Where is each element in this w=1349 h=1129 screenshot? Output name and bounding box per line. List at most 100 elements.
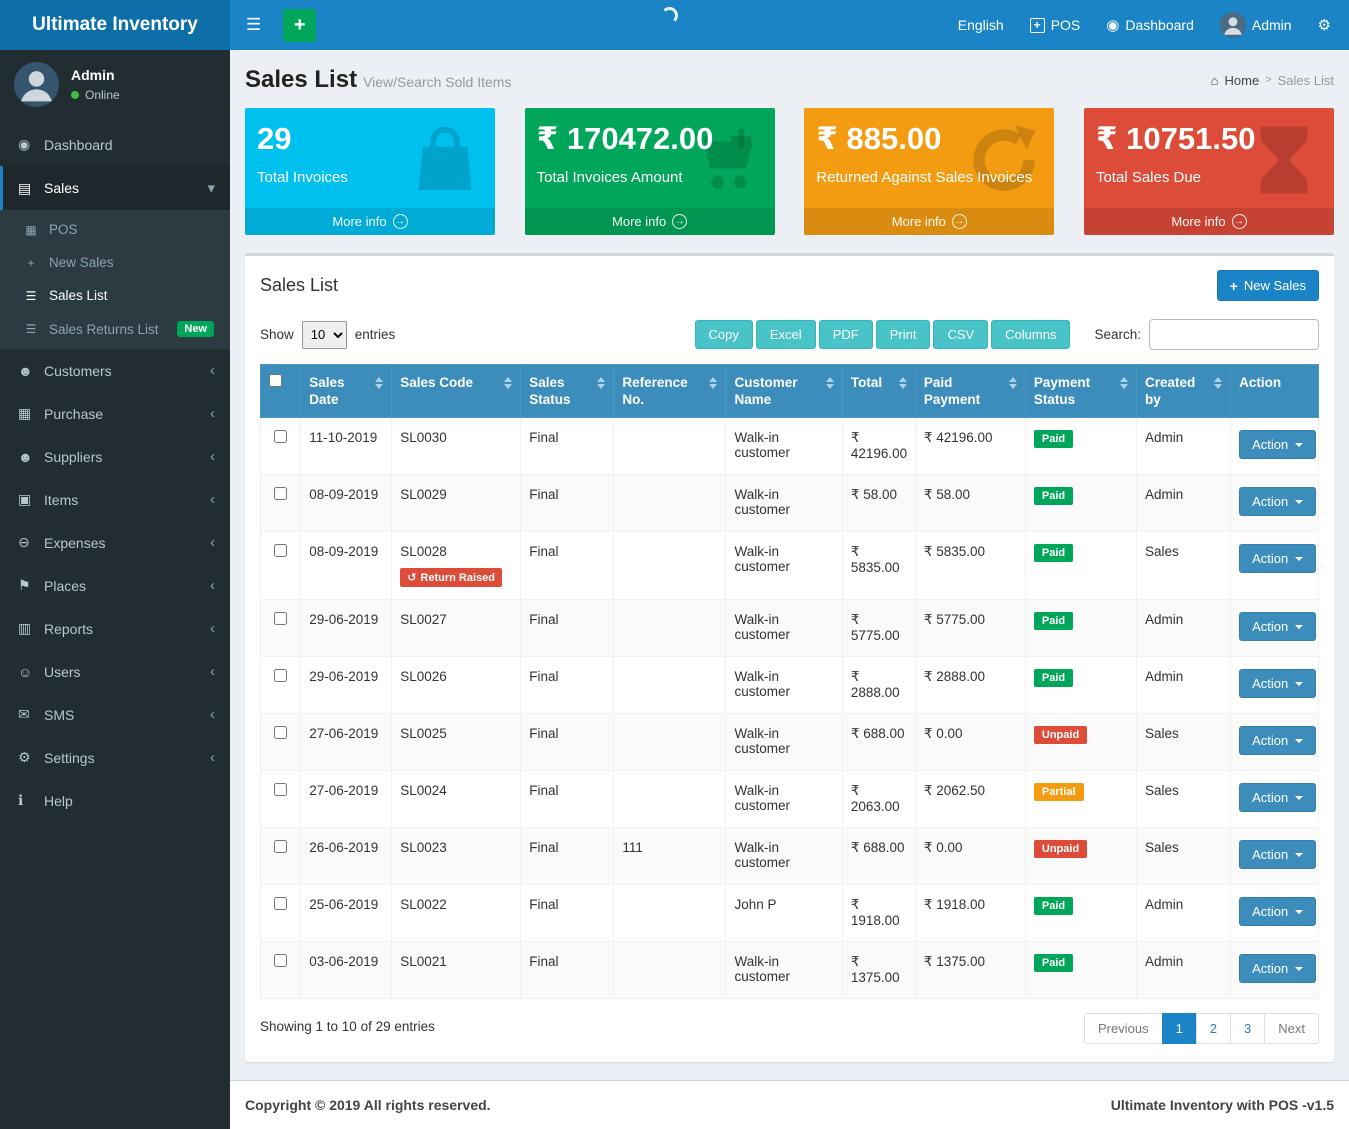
cell-created-by: Admin (1136, 418, 1230, 475)
cell-sales-date: 29-06-2019 (301, 600, 392, 657)
pagination-previous[interactable]: Previous (1084, 1013, 1163, 1044)
sort-icon[interactable] (597, 374, 605, 408)
cell-sales-code: SL0028 ↺Return Raised (392, 532, 521, 600)
sort-icon[interactable] (1009, 374, 1017, 408)
copy-button[interactable]: Copy (695, 320, 753, 349)
row-checkbox[interactable] (274, 487, 287, 500)
action-button[interactable]: Action (1239, 669, 1316, 698)
row-checkbox[interactable] (274, 612, 287, 625)
quick-add-button[interactable]: + (283, 9, 316, 42)
panel-header: Sales List + New Sales (245, 256, 1334, 315)
caret-down-icon (1295, 557, 1303, 561)
more-info-link[interactable]: More info→ (525, 208, 775, 235)
action-button[interactable]: Action (1239, 954, 1316, 983)
sidebar-item-purchase[interactable]: ▦ Purchase ‹ (0, 392, 230, 435)
sidebar-item-sales-returns-list[interactable]: ☰ Sales Returns List New (0, 312, 230, 346)
more-info-link[interactable]: More info→ (245, 208, 495, 235)
cell-created-by: Admin (1136, 600, 1230, 657)
pdf-button[interactable]: PDF (819, 320, 873, 349)
sidebar-item-suppliers[interactable]: ☻ Suppliers ‹ (0, 435, 230, 478)
row-checkbox[interactable] (274, 544, 287, 557)
select-all-checkbox[interactable] (269, 374, 282, 387)
more-info-link[interactable]: More info→ (1084, 208, 1334, 235)
dashboard-link[interactable]: ◉ Dashboard (1106, 16, 1194, 34)
more-info-link[interactable]: More info→ (804, 208, 1054, 235)
sidebar-toggle-button[interactable]: ☰ (230, 0, 277, 50)
action-button[interactable]: Action (1239, 840, 1316, 869)
sidebar-item-sales-list[interactable]: ☰ Sales List (0, 279, 230, 312)
cell-action: Action (1231, 714, 1319, 771)
settings-menu[interactable]: ⚙ (1318, 16, 1331, 34)
cell-sales-date: 08-09-2019 (301, 532, 392, 600)
pos-link[interactable]: + POS (1030, 17, 1081, 33)
header-sales-date[interactable]: Sales Date (301, 365, 392, 418)
sidebar-group-sales: ▤ Sales ▾ ▦ POS + New Sales ☰ Sales (0, 166, 230, 349)
action-button[interactable]: Action (1239, 897, 1316, 926)
action-button[interactable]: Action (1239, 726, 1316, 755)
sidebar-item-users[interactable]: ☺ Users ‹ (0, 650, 230, 693)
hamburger-icon: ☰ (246, 15, 261, 34)
action-button[interactable]: Action (1239, 544, 1316, 573)
print-button[interactable]: Print (876, 320, 931, 349)
sort-icon[interactable] (826, 374, 834, 408)
sort-icon[interactable] (1120, 374, 1128, 408)
sidebar-item-dashboard[interactable]: ◉ Dashboard (0, 123, 230, 166)
sidebar-item-expenses[interactable]: ⊖ Expenses ‹ (0, 521, 230, 564)
pagination-page-1[interactable]: 1 (1162, 1013, 1197, 1044)
page-length-select[interactable]: 10 (302, 321, 347, 349)
sidebar-item-help[interactable]: ℹ Help (0, 779, 230, 822)
search-input[interactable] (1149, 319, 1319, 350)
sidebar-item-reports[interactable]: ▥ Reports ‹ (0, 607, 230, 650)
breadcrumb-home[interactable]: Home (1225, 73, 1260, 88)
sidebar-item-items[interactable]: ▣ Items ‹ (0, 478, 230, 521)
action-button[interactable]: Action (1239, 430, 1316, 459)
sidebar-item-sms[interactable]: ✉ SMS ‹ (0, 693, 230, 736)
header-total[interactable]: Total (842, 365, 915, 418)
row-checkbox[interactable] (274, 897, 287, 910)
row-checkbox[interactable] (274, 783, 287, 796)
action-button[interactable]: Action (1239, 783, 1316, 812)
new-sales-button[interactable]: + New Sales (1217, 270, 1319, 301)
app-logo[interactable]: Ultimate Inventory (0, 0, 230, 50)
pagination-next[interactable]: Next (1264, 1013, 1319, 1044)
sort-icon[interactable] (504, 374, 512, 391)
sidebar-item-customers[interactable]: ☻ Customers ‹ (0, 349, 230, 392)
sidebar-item-pos[interactable]: ▦ POS (0, 213, 230, 246)
header-payment-status[interactable]: Payment Status (1025, 365, 1136, 418)
chevron-left-icon: ‹ (210, 620, 215, 637)
cell-sales-code: SL0021 (392, 942, 521, 999)
row-checkbox[interactable] (274, 840, 287, 853)
row-checkbox[interactable] (274, 669, 287, 682)
columns-button[interactable]: Columns (991, 320, 1070, 349)
list-icon: ☰ (22, 322, 40, 336)
action-button[interactable]: Action (1239, 612, 1316, 641)
header-paid-payment[interactable]: Paid Payment (915, 365, 1025, 418)
sort-icon[interactable] (899, 374, 907, 391)
action-button[interactable]: Action (1239, 487, 1316, 516)
row-checkbox[interactable] (274, 954, 287, 967)
sort-icon[interactable] (375, 374, 383, 408)
cell-sales-status: Final (521, 532, 614, 600)
sidebar-item-places[interactable]: ⚑ Places ‹ (0, 564, 230, 607)
chevron-down-icon: ▾ (207, 179, 215, 197)
pagination-page-2[interactable]: 2 (1196, 1013, 1231, 1044)
header-sales-code[interactable]: Sales Code (392, 365, 521, 418)
excel-button[interactable]: Excel (756, 320, 816, 349)
sort-icon[interactable] (709, 374, 717, 408)
pagination-page-3[interactable]: 3 (1230, 1013, 1265, 1044)
csv-button[interactable]: CSV (933, 320, 988, 349)
cell-sales-status: Final (521, 885, 614, 942)
page-subtitle: View/Search Sold Items (363, 74, 511, 90)
user-menu[interactable]: Admin (1220, 12, 1292, 38)
header-created-by[interactable]: Created by (1136, 365, 1230, 418)
header-reference-no[interactable]: Reference No. (614, 365, 726, 418)
language-menu[interactable]: English (958, 17, 1004, 33)
sort-icon[interactable] (1214, 374, 1222, 408)
row-checkbox[interactable] (274, 726, 287, 739)
header-sales-status[interactable]: Sales Status (521, 365, 614, 418)
sidebar-item-new-sales[interactable]: + New Sales (0, 246, 230, 279)
row-checkbox[interactable] (274, 430, 287, 443)
sidebar-item-settings[interactable]: ⚙ Settings ‹ (0, 736, 230, 779)
sidebar-item-sales[interactable]: ▤ Sales ▾ (0, 166, 230, 210)
header-customer-name[interactable]: Customer Name (726, 365, 842, 418)
